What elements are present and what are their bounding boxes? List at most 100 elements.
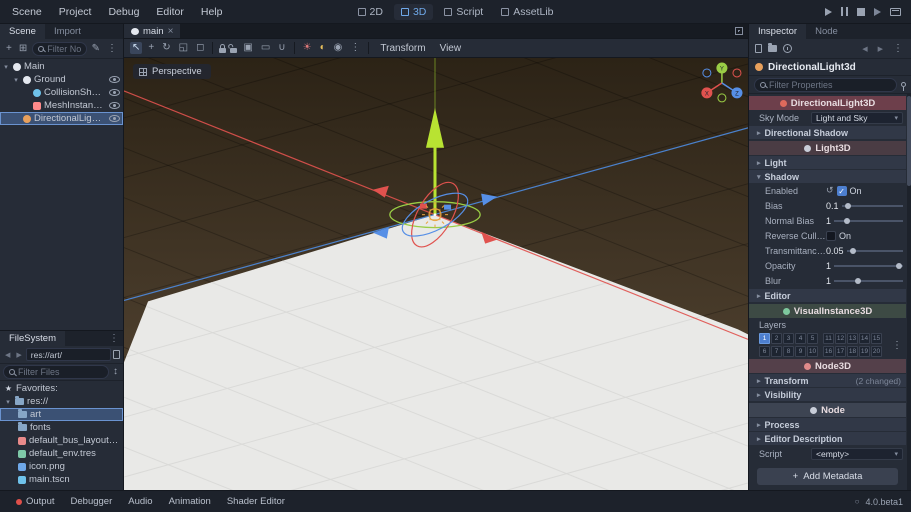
bias-slider[interactable]	[842, 205, 903, 207]
layer-cell-7[interactable]: 7	[771, 346, 782, 357]
version-button[interactable]: 4.0.beta1	[865, 497, 903, 507]
scale-tool-icon[interactable]: ◱	[177, 42, 190, 54]
workspace-3d[interactable]: 3D	[394, 4, 433, 20]
layer-cell-10[interactable]: 10	[807, 346, 818, 357]
fs-item-res-root[interactable]: ▾ res://	[0, 395, 123, 408]
scene-node-directionallight3d[interactable]: DirectionalLight3d	[0, 112, 123, 125]
scene-dock-menu-icon[interactable]: ⋮	[105, 43, 119, 55]
collapse-icon[interactable]: ▾	[4, 398, 12, 406]
section-transform[interactable]: ▸ Transform (2 changed)	[749, 374, 906, 387]
layer-cell-13[interactable]: 13	[847, 333, 858, 344]
instance-scene-button[interactable]: ⊞	[17, 43, 29, 55]
sky-mode-dropdown[interactable]: Light and Sky ▾	[811, 112, 903, 124]
expand-viewport-icon[interactable]	[735, 27, 743, 35]
category-visualinstance3d[interactable]: VisualInstance3D	[749, 304, 906, 318]
snap-icon[interactable]: ∪	[276, 42, 287, 54]
add-node-button[interactable]: +	[4, 43, 14, 55]
nav-back-icon[interactable]: ◀	[3, 351, 12, 359]
dock-position-icon[interactable]: ⋮	[105, 331, 123, 346]
menu-editor[interactable]: Editor	[148, 3, 191, 21]
fs-item-fonts[interactable]: fonts	[0, 421, 123, 434]
section-shadow[interactable]: ▾ Shadow	[749, 170, 906, 183]
opacity-value[interactable]: 1	[826, 261, 831, 271]
layers-menu-icon[interactable]: ⋮	[892, 340, 902, 351]
current-path[interactable]: res://art/	[26, 348, 111, 361]
section-editor[interactable]: ▸ Editor	[749, 289, 906, 302]
section-directional-shadow[interactable]: ▸ Directional Shadow	[749, 126, 906, 139]
layer-cell-15[interactable]: 15	[871, 333, 882, 344]
scene-node-collisionshape3d[interactable]: CollisionShape3d	[0, 86, 123, 99]
filter-files-input[interactable]	[18, 367, 103, 377]
fs-item-default-bus-layout[interactable]: default_bus_layout.tres	[0, 434, 123, 447]
edit-back-icon[interactable]: ◀	[860, 45, 869, 53]
fs-item-art[interactable]: art	[0, 408, 123, 421]
menu-scene[interactable]: Scene	[4, 3, 50, 21]
collapse-icon[interactable]: ▾	[2, 63, 10, 71]
attach-script-button[interactable]: ✎	[90, 43, 102, 55]
new-resource-icon[interactable]	[755, 44, 762, 53]
fs-item-favorites[interactable]: ★ Favorites:	[0, 382, 123, 395]
workspace-2d[interactable]: 2D	[351, 4, 390, 20]
preview-sun-icon[interactable]: ☀	[301, 42, 314, 54]
fs-item-main-tscn[interactable]: main.tscn	[0, 473, 123, 486]
category-light3d[interactable]: Light3D	[749, 141, 906, 155]
tab-scene[interactable]: Scene	[0, 24, 45, 39]
layer-cell-3[interactable]: 3	[783, 333, 794, 344]
inspector-scrollbar[interactable]	[907, 94, 911, 490]
fs-item-icon-png[interactable]: icon.png	[0, 460, 123, 473]
tab-shader-editor[interactable]: Shader Editor	[219, 494, 293, 509]
scene-node-meshinstance3d[interactable]: MeshInstance3d	[0, 99, 123, 112]
load-resource-icon[interactable]	[768, 45, 777, 52]
scene-node-main[interactable]: ▾ Main	[0, 60, 123, 73]
transmittance-value[interactable]: 0.05	[826, 246, 844, 256]
revert-icon[interactable]: ↺	[826, 185, 834, 196]
blur-value[interactable]: 1	[826, 276, 831, 286]
enabled-checkbox[interactable]: ✓	[837, 186, 847, 196]
filter-properties-input[interactable]	[769, 80, 891, 90]
tab-audio[interactable]: Audio	[120, 494, 160, 509]
select-tool-icon[interactable]: ↖	[130, 42, 142, 54]
pause-icon[interactable]	[841, 7, 848, 16]
history-icon[interactable]	[783, 44, 792, 53]
transmittance-slider[interactable]	[847, 250, 903, 252]
layer-cell-6[interactable]: 6	[759, 346, 770, 357]
layer-cell-1[interactable]: 1	[759, 333, 770, 344]
layer-cell-19[interactable]: 19	[859, 346, 870, 357]
menu-help[interactable]: Help	[193, 3, 231, 21]
section-process[interactable]: ▸ Process	[749, 418, 906, 431]
normal-bias-slider[interactable]	[834, 220, 903, 222]
layer-cell-18[interactable]: 18	[847, 346, 858, 357]
collapse-icon[interactable]: ▾	[12, 76, 20, 84]
play-icon[interactable]	[825, 8, 832, 16]
visibility-eye-icon[interactable]	[109, 102, 120, 109]
tab-node[interactable]: Node	[806, 24, 847, 39]
layer-cell-17[interactable]: 17	[835, 346, 846, 357]
scene-node-ground[interactable]: ▾ Ground	[0, 73, 123, 86]
inspector-menu-icon[interactable]: ⋮	[891, 43, 905, 55]
reverse-cull-checkbox[interactable]	[826, 231, 836, 241]
tab-import[interactable]: Import	[45, 24, 90, 39]
layer-cell-9[interactable]: 9	[795, 346, 806, 357]
pin-icon[interactable]	[901, 82, 906, 87]
perspective-menu[interactable]: Perspective	[133, 64, 211, 79]
3d-viewport[interactable]: Y X Z Perspective	[124, 58, 748, 490]
tab-output[interactable]: Output	[8, 494, 63, 509]
menu-project[interactable]: Project	[51, 3, 100, 21]
move-tool-icon[interactable]: +	[146, 42, 156, 54]
camera-preview-icon[interactable]: ◉	[332, 42, 345, 54]
fs-item-default-env[interactable]: default_env.tres	[0, 447, 123, 460]
nav-forward-icon[interactable]: ▶	[14, 351, 23, 359]
stop-icon[interactable]	[857, 8, 865, 16]
menu-debug[interactable]: Debug	[100, 3, 147, 21]
visibility-eye-icon[interactable]	[109, 115, 120, 122]
workspace-assetlib[interactable]: AssetLib	[494, 4, 560, 20]
lock-icon[interactable]	[219, 48, 226, 53]
layer-cell-20[interactable]: 20	[871, 346, 882, 357]
play-scene-icon[interactable]	[874, 8, 881, 16]
list-select-icon[interactable]: ◻	[194, 42, 206, 54]
tab-animation[interactable]: Animation	[161, 494, 219, 509]
opacity-slider[interactable]	[834, 265, 903, 267]
section-visibility[interactable]: ▸ Visibility	[749, 388, 906, 401]
section-editor-description[interactable]: ▸ Editor Description	[749, 432, 906, 445]
visibility-eye-icon[interactable]	[109, 76, 120, 83]
